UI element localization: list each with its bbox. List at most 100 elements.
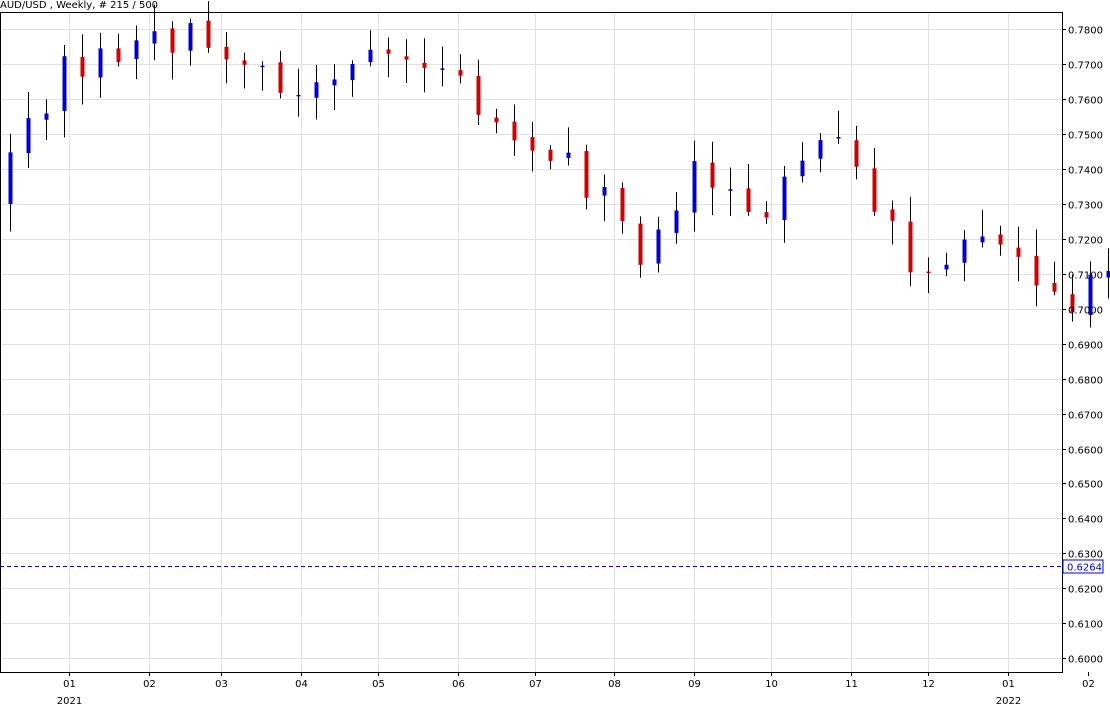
candle	[872, 147, 877, 216]
y-tick-label: 0.6300	[1068, 550, 1103, 561]
candle	[566, 127, 571, 166]
candle-body-up	[440, 68, 445, 70]
candle	[728, 167, 733, 217]
x-tick-label: 03	[215, 679, 228, 690]
candle	[62, 44, 67, 138]
candles	[8, 1, 1110, 328]
candle-body-down	[926, 271, 931, 274]
candle	[440, 46, 445, 87]
candle	[926, 257, 931, 293]
candle	[1016, 226, 1021, 282]
candle	[908, 196, 913, 287]
y-tick-label: 0.6400	[1068, 515, 1103, 526]
candle	[422, 38, 427, 93]
candle	[188, 18, 193, 66]
y-tick-label: 0.6700	[1068, 411, 1103, 422]
candle	[296, 68, 301, 117]
y-tick-label: 0.7500	[1068, 131, 1103, 142]
candle-body-down	[854, 140, 859, 167]
candle	[134, 25, 139, 80]
candle-body-up	[836, 137, 841, 139]
y-tick-label: 0.7300	[1068, 201, 1103, 212]
candle	[818, 132, 823, 173]
candle-body-down	[278, 62, 283, 93]
x-tick-label: 11	[845, 679, 858, 690]
candle	[1106, 248, 1110, 299]
current-price-line: 0.6264	[0, 559, 1104, 574]
candle	[170, 21, 175, 80]
candle	[458, 54, 463, 84]
x-tick-label: 08	[608, 679, 621, 690]
x-year-label: 2021	[57, 696, 82, 707]
y-tick-label: 0.7700	[1068, 61, 1103, 72]
candle-body-up	[818, 140, 823, 159]
candle-body-up	[26, 118, 31, 154]
candle-body-up	[566, 152, 571, 158]
candle	[26, 92, 31, 168]
candle-body-up	[44, 113, 49, 120]
candle-body-down	[872, 168, 877, 212]
y-tick-label: 0.7400	[1068, 166, 1103, 177]
candle-body-down	[494, 117, 499, 123]
candle	[314, 64, 319, 120]
candle-body-up	[260, 65, 265, 68]
candle-body-down	[764, 212, 769, 218]
x-tick-label: 05	[372, 679, 385, 690]
candle-body-up	[980, 236, 985, 243]
candle-body-up	[728, 189, 733, 191]
x-tick-label: 01	[1002, 679, 1015, 690]
candle	[512, 104, 517, 156]
candle-body-down	[746, 188, 751, 213]
candle-body-up	[368, 49, 373, 63]
candle-body-up	[674, 210, 679, 234]
candle-body-down	[890, 209, 895, 221]
candle-body-down	[80, 56, 85, 77]
x-tick-label: 02	[143, 679, 156, 690]
y-tick-label: 0.6000	[1068, 655, 1103, 666]
candle	[602, 174, 607, 222]
candle-body-up	[62, 56, 67, 111]
y-tick-label: 0.7800	[1068, 26, 1103, 37]
candle	[530, 121, 535, 172]
candle-body-up	[314, 82, 319, 98]
candle	[782, 166, 787, 243]
x-tick-label: 06	[452, 679, 465, 690]
candle	[584, 144, 589, 210]
x-tick-label: 09	[688, 679, 701, 690]
candle	[638, 216, 643, 278]
candle-body-down	[710, 162, 715, 188]
candle-body-up	[800, 160, 805, 177]
candle	[836, 110, 841, 145]
candle-body-up	[962, 239, 967, 263]
y-tick-label: 0.6600	[1068, 446, 1103, 457]
candle-body-down	[404, 56, 409, 60]
x-axis: 1201020304050607080910111201020304050607…	[57, 672, 1095, 707]
candle	[998, 225, 1003, 256]
candle-body-up	[602, 186, 607, 196]
candle	[674, 192, 679, 244]
candle	[1034, 229, 1039, 307]
y-tick-label: 0.6500	[1068, 480, 1103, 491]
candle	[8, 133, 13, 232]
candle-body-up	[1106, 270, 1110, 278]
candle-body-up	[656, 229, 661, 264]
y-tick-label: 0.7000	[1068, 306, 1103, 317]
candle	[278, 50, 283, 99]
y-tick-label: 0.7100	[1068, 271, 1103, 282]
candle-body-down	[116, 48, 121, 63]
candle-body-up	[350, 63, 355, 81]
candle-body-down	[548, 149, 553, 161]
candlestick-chart[interactable]: 0.7800 0.7700 0.7600 0.7500 0.7400 0.7300 0.72…	[0, 0, 1110, 709]
y-tick-label: 0.6900	[1068, 341, 1103, 352]
candle-body-down	[908, 221, 913, 273]
candle-body-up	[332, 79, 337, 86]
candle-body-down	[620, 188, 625, 222]
candle	[368, 30, 373, 67]
current-price-label: 0.6264	[1067, 563, 1102, 574]
candle-body-up	[944, 264, 949, 270]
candle	[800, 142, 805, 183]
candle-body-up	[296, 94, 301, 97]
y-tick-label: 0.7600	[1068, 96, 1103, 107]
candle	[260, 61, 265, 91]
candle-body-up	[98, 48, 103, 78]
